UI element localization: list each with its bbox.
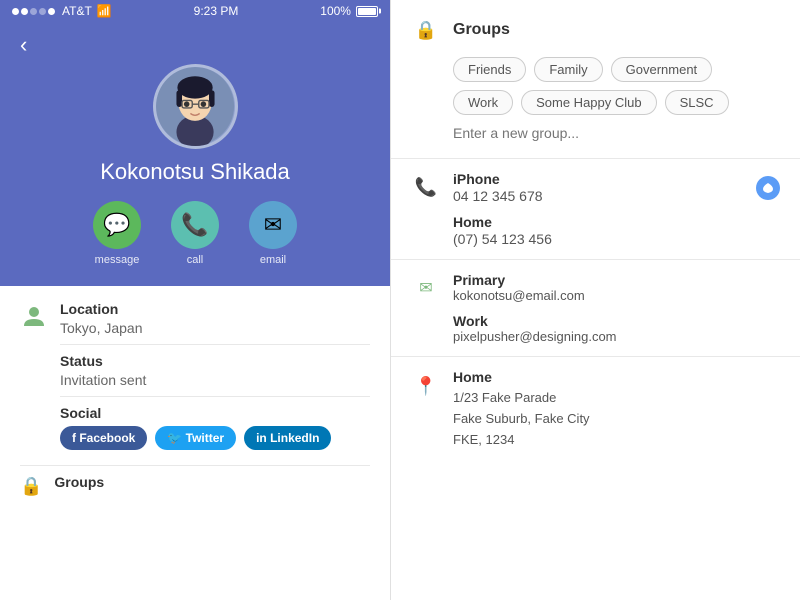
back-button[interactable]: ‹: [20, 32, 27, 58]
status-value: Invitation sent: [60, 372, 370, 388]
home-address-row: 📍 Home 1/23 Fake ParadeFake Suburb, Fake…: [411, 369, 780, 450]
location-section: Location Tokyo, Japan Status Invitation …: [20, 301, 370, 450]
left-info: Location Tokyo, Japan Status Invitation …: [0, 286, 390, 600]
primary-email-info: Primary kokonotsu@email.com: [453, 272, 780, 303]
location-label: Location: [60, 301, 370, 317]
social-label: Social: [60, 405, 370, 421]
call-label: call: [187, 254, 204, 266]
address-line: 1/23 Fake Parade: [453, 388, 780, 409]
status-bar: AT&T 📶 9:23 PM 100%: [0, 0, 390, 22]
home-phone-type: Home: [453, 214, 780, 230]
battery-label: 100%: [320, 4, 351, 18]
phone-section: 📞 iPhone 04 12 345 678 Home (07) 54 123 …: [391, 159, 800, 260]
primary-email-row: ✉ Primary kokonotsu@email.com: [411, 272, 780, 303]
social-badges: f Facebook 🐦 Twitter in LinkedIn: [60, 426, 370, 450]
primary-email-value: kokonotsu@email.com: [453, 288, 780, 303]
home-phone-row: Home (07) 54 123 456: [411, 214, 780, 247]
home-phone-number: (07) 54 123 456: [453, 231, 780, 247]
primary-email-type: Primary: [453, 272, 780, 288]
email-section: ✉ Primary kokonotsu@email.com Work pixel…: [391, 260, 800, 357]
groups-section-left: 🔒 Groups: [20, 474, 370, 497]
location-pin-icon: 📍: [411, 371, 441, 401]
email-circle: ✉: [249, 201, 297, 249]
work-email-value: pixelpusher@designing.com: [453, 329, 780, 344]
groups-title: Groups: [453, 21, 510, 39]
group-tag[interactable]: SLSC: [665, 90, 729, 115]
message-circle: 💬: [93, 201, 141, 249]
group-tag[interactable]: Work: [453, 90, 513, 115]
group-tag[interactable]: Friends: [453, 57, 526, 82]
iphone-badge: [756, 176, 780, 200]
status-label: Status: [60, 353, 370, 369]
iphone-info: iPhone 04 12 345 678: [453, 171, 744, 204]
iphone-row: 📞 iPhone 04 12 345 678: [411, 171, 780, 204]
person-icon: [20, 303, 48, 331]
iphone-number: 04 12 345 678: [453, 188, 744, 204]
address-section: 📍 Home 1/23 Fake ParadeFake Suburb, Fake…: [391, 357, 800, 462]
message-button[interactable]: 💬 message: [93, 201, 141, 266]
wifi-icon: 📶: [97, 4, 112, 18]
work-email-type: Work: [453, 313, 780, 329]
twitter-badge[interactable]: 🐦 Twitter: [155, 426, 236, 450]
linkedin-badge[interactable]: in LinkedIn: [244, 426, 331, 450]
groups-lock-icon: 🔒: [411, 15, 441, 45]
group-tags: Friends Family Government Work Some Happy Cl…: [411, 57, 780, 115]
facebook-badge[interactable]: f Facebook: [60, 426, 147, 450]
phone-icon: 📞: [411, 173, 441, 203]
left-panel: AT&T 📶 9:23 PM 100% ‹: [0, 0, 390, 600]
location-value: Tokyo, Japan: [60, 320, 370, 336]
group-tag[interactable]: Some Happy Club: [521, 90, 657, 115]
groups-section: 🔒 Groups Friends Family Government Work Some…: [391, 0, 800, 159]
new-group-input-container: [411, 125, 780, 143]
email-label: email: [260, 254, 286, 266]
address-type: Home: [453, 369, 780, 385]
avatar: [153, 64, 238, 149]
action-buttons: 💬 message 📞 call ✉ email: [93, 201, 297, 266]
groups-header: 🔒 Groups: [411, 15, 780, 45]
address-line: FKE, 1234: [453, 430, 780, 451]
message-label: message: [95, 254, 140, 266]
call-button[interactable]: 📞 call: [171, 201, 219, 266]
email-button[interactable]: ✉ email: [249, 201, 297, 266]
status-right: 100%: [320, 4, 378, 18]
location-content: Location Tokyo, Japan Status Invitation …: [60, 301, 370, 450]
groups-label-left: Groups: [54, 474, 104, 490]
group-tag[interactable]: Family: [534, 57, 602, 82]
profile-header: ‹: [0, 22, 390, 286]
time-label: 9:23 PM: [194, 4, 239, 18]
iphone-type: iPhone: [453, 171, 744, 187]
email-icon: ✉: [411, 273, 441, 303]
lock-icon: 🔒: [20, 476, 42, 497]
work-email-row: Work pixelpusher@designing.com: [411, 313, 780, 344]
address-line: Fake Suburb, Fake City: [453, 409, 780, 430]
contact-name: Kokonotsu Shikada: [100, 159, 290, 185]
signal-dots: [12, 4, 57, 18]
carrier-label: AT&T: [62, 4, 92, 18]
home-address-info: Home 1/23 Fake ParadeFake Suburb, Fake C…: [453, 369, 780, 450]
call-circle: 📞: [171, 201, 219, 249]
new-group-input[interactable]: [453, 125, 780, 141]
battery-icon: [356, 6, 378, 17]
address-lines: 1/23 Fake ParadeFake Suburb, Fake CityFK…: [453, 388, 780, 450]
home-phone-info: Home (07) 54 123 456: [453, 214, 780, 247]
group-tag[interactable]: Government: [611, 57, 713, 82]
right-panel: 🔒 Groups Friends Family Government Work Some…: [390, 0, 800, 600]
